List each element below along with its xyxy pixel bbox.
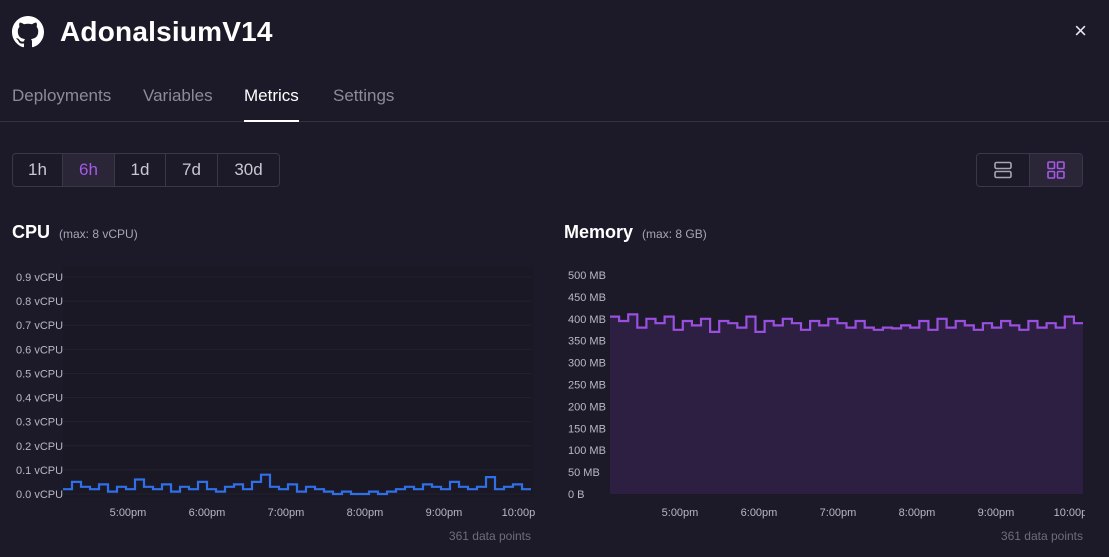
close-icon[interactable]: × (1074, 20, 1087, 42)
series-area (610, 314, 1083, 494)
y-tick-label: 400 MB (568, 314, 606, 326)
y-tick-label: 0.9 vCPU (16, 272, 63, 284)
y-tick-label: 100 MB (568, 445, 606, 457)
x-tick-label: 6:00pm (741, 507, 778, 519)
x-tick-label: 9:00pm (978, 507, 1015, 519)
github-icon (12, 16, 44, 48)
x-tick-label: 5:00pm (662, 507, 699, 519)
cpu-max-label: (max: 8 vCPU) (59, 227, 138, 241)
range-1d-button[interactable]: 1d (115, 154, 166, 186)
list-view-button[interactable] (977, 154, 1029, 186)
memory-chart-header: Memory (max: 8 GB) (564, 222, 707, 243)
y-tick-label: 0.8 vCPU (16, 296, 63, 308)
x-tick-label: 9:00pm (426, 507, 463, 519)
y-tick-label: 0.1 vCPU (16, 465, 63, 477)
range-6h-button[interactable]: 6h (63, 154, 115, 186)
y-tick-label: 0.6 vCPU (16, 344, 63, 356)
y-tick-label: 500 MB (568, 270, 606, 282)
x-tick-label: 7:00pm (820, 507, 857, 519)
cpu-chart: 0.0 vCPU 0.1 vCPU 0.2 vCPU 0.3 vCPU 0.4 vCPU… (16, 267, 535, 519)
range-30d-button[interactable]: 30d (218, 154, 279, 186)
tab-metrics[interactable]: Metrics (244, 86, 299, 122)
page-title: AdonalsiumV14 (60, 16, 273, 47)
y-tick-label: 0.0 vCPU (16, 489, 63, 501)
x-tick-label: 10:00pm (1054, 507, 1085, 519)
grid-view-button[interactable] (1029, 154, 1082, 186)
y-tick-label: 0.4 vCPU (16, 393, 63, 405)
tab-settings[interactable]: Settings (333, 86, 394, 120)
tab-variables[interactable]: Variables (143, 86, 213, 120)
cpu-chart-header: CPU (max: 8 vCPU) (12, 222, 138, 243)
header: AdonalsiumV14 (12, 14, 273, 50)
y-tick-label: 150 MB (568, 423, 606, 435)
range-1h-button[interactable]: 1h (13, 154, 63, 186)
tab-deployments[interactable]: Deployments (12, 86, 111, 120)
view-toggle (976, 153, 1083, 187)
x-tick-label: 10:00pm (502, 507, 535, 519)
cpu-data-points: 361 data points (448, 529, 531, 543)
y-tick-label: 50 MB (568, 467, 600, 479)
y-tick-label: 450 MB (568, 292, 606, 304)
x-tick-label: 5:00pm (110, 507, 147, 519)
y-tick-label: 350 MB (568, 336, 606, 348)
x-tick-label: 6:00pm (189, 507, 226, 519)
list-view-icon (994, 161, 1012, 179)
time-range-selector: 1h 6h 1d 7d 30d (12, 153, 280, 187)
y-tick-label: 0.5 vCPU (16, 368, 63, 380)
y-tick-label: 0.2 vCPU (16, 441, 63, 453)
memory-data-points: 361 data points (1000, 529, 1083, 543)
y-tick-label: 0 B (568, 489, 585, 501)
range-7d-button[interactable]: 7d (166, 154, 218, 186)
y-tick-label: 200 MB (568, 401, 606, 413)
y-tick-label: 0.7 vCPU (16, 320, 63, 332)
y-tick-label: 0.3 vCPU (16, 417, 63, 429)
memory-chart-title: Memory (564, 222, 634, 242)
y-tick-label: 300 MB (568, 358, 606, 370)
memory-chart: 0 B 50 MB 100 MB 150 MB 200 MB 250 MB 300 MB 35… (568, 270, 1085, 519)
x-tick-label: 7:00pm (268, 507, 305, 519)
x-tick-label: 8:00pm (899, 507, 936, 519)
tab-bar: Deployments Variables Metrics Settings (0, 78, 1109, 122)
y-tick-label: 250 MB (568, 380, 606, 392)
grid-view-icon (1047, 161, 1065, 179)
cpu-chart-title: CPU (12, 222, 51, 242)
x-tick-label: 8:00pm (347, 507, 384, 519)
memory-max-label: (max: 8 GB) (642, 227, 707, 241)
